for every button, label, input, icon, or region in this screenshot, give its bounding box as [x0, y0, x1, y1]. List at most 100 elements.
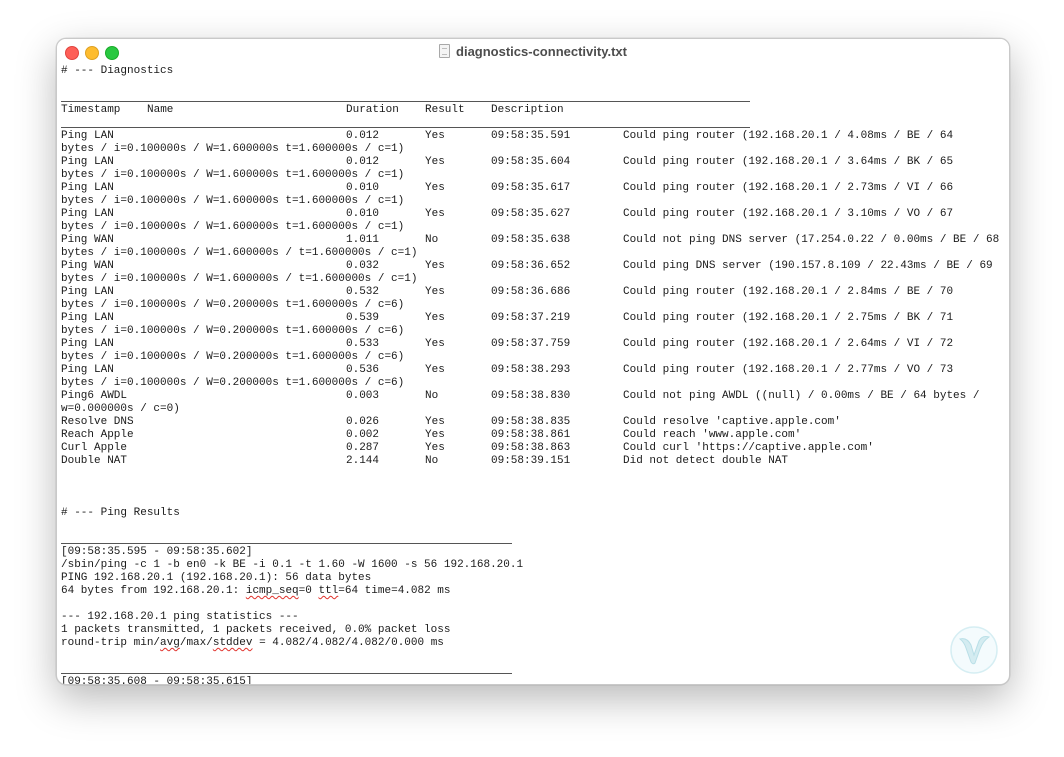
diag-duration: 0.532 [346, 286, 380, 298]
diag-description-continuation: bytes / i=0.100000s / W=0.200000s t=1.60… [61, 351, 405, 363]
col-header-result: Result [425, 104, 465, 116]
table-row: Resolve DNS 0.026 Yes 09:58:38.835 Could res… [61, 416, 1009, 429]
table-row: Ping LAN 0.539 Yes 09:58:37.219 Could ping r… [61, 312, 1009, 325]
diag-timestamp: 09:58:38.861 [491, 429, 571, 441]
diag-timestamp: 09:58:38.830 [491, 390, 571, 402]
diag-name: Ping WAN [61, 234, 114, 246]
diag-duration: 0.287 [346, 442, 380, 454]
diag-duration: 0.026 [346, 416, 380, 428]
diag-timestamp: 09:58:35.617 [491, 182, 571, 194]
diag-duration: 0.539 [346, 312, 380, 324]
ping-command: /sbin/ping -c 1 -b en0 -k BE -i 0.1 -t 1… [61, 559, 524, 571]
diag-result: Yes [425, 208, 445, 220]
diag-description: Could ping router (192.168.20.1 / 2.64ms… [623, 338, 954, 350]
misspelled-word: icmp_seq [245, 585, 299, 597]
diag-description-continuation: bytes / i=0.100000s / W=1.600000s / t=1.… [61, 273, 418, 285]
table-row: Curl Apple 0.287 Yes 09:58:38.863 Could curl… [61, 442, 1009, 455]
diag-description: Could ping router (192.168.20.1 / 3.64ms… [623, 156, 954, 168]
col-header-duration: Duration [346, 104, 399, 116]
table-row: Ping LAN 0.532 Yes 09:58:36.686 Could ping r… [61, 286, 1009, 299]
diag-description: Could ping DNS server (190.157.8.109 / 2… [623, 260, 993, 272]
diag-timestamp: 09:58:37.219 [491, 312, 571, 324]
misspelled-word: stddev [212, 637, 253, 649]
diag-name: Ping LAN [61, 156, 114, 168]
diag-name: Curl Apple [61, 442, 128, 454]
ping-header: PING 192.168.20.1 (192.168.20.1): 56 dat… [61, 572, 372, 584]
diagnostics-table-body: Ping LAN 0.012 Yes 09:58:35.591 Could ping r… [61, 130, 1009, 468]
diag-result: Yes [425, 260, 445, 272]
window-title-text: diagnostics-connectivity.txt [456, 44, 627, 59]
round-trip-text: round-trip min/ [61, 637, 161, 649]
ping-reply-text: =64 time=4.082 ms [338, 585, 451, 597]
table-row: Ping LAN 0.010 Yes 09:58:35.617 Could ping r… [61, 182, 1009, 195]
col-header-timestamp: Timestamp [61, 104, 121, 116]
diag-duration: 0.536 [346, 364, 380, 376]
diag-name: Ping WAN [61, 260, 114, 272]
diag-description: Could ping router (192.168.20.1 / 3.10ms… [623, 208, 954, 220]
col-header-description: Description [491, 104, 564, 116]
table-row: Ping WAN 1.011 No 09:58:35.638 Could not pin… [61, 234, 1009, 247]
diag-name: Reach Apple [61, 429, 134, 441]
diag-duration: 0.010 [346, 182, 380, 194]
ping-results-heading: # --- Ping Results [61, 507, 180, 519]
diag-name: Ping LAN [61, 338, 114, 350]
ping-reply-text: =0 [298, 585, 319, 597]
diag-timestamp: 09:58:35.591 [491, 130, 571, 142]
diag-description-continuation: bytes / i=0.100000s / W=1.600000s t=1.60… [61, 195, 405, 207]
table-row: Ping6 AWDL 0.003 No 09:58:38.830 Could not p… [61, 390, 1009, 403]
table-row: Ping LAN 0.012 Yes 09:58:35.604 Could ping r… [61, 156, 1009, 169]
diag-description: Could ping router (192.168.20.1 / 2.77ms… [623, 364, 954, 376]
diag-result: Yes [425, 286, 445, 298]
diag-name: Ping LAN [61, 286, 114, 298]
title-bar[interactable]: diagnostics-connectivity.txt [57, 39, 1009, 65]
table-row: Ping LAN 0.533 Yes 09:58:37.759 Could ping r… [61, 338, 1009, 351]
diag-duration: 1.011 [346, 234, 380, 246]
table-row: Reach Apple 0.002 Yes 09:58:38.861 Could rea… [61, 429, 1009, 442]
document-text-area[interactable]: # --- Diagnostics Timestamp Name Duratio… [61, 65, 1009, 684]
table-row: Ping LAN 0.010 Yes 09:58:35.627 Could ping r… [61, 208, 1009, 221]
diag-description: Did not detect double NAT [623, 455, 789, 467]
diag-description: Could resolve 'captive.apple.com' [623, 416, 841, 428]
diagnostics-heading: # --- Diagnostics [61, 65, 174, 77]
diag-timestamp: 09:58:38.835 [491, 416, 571, 428]
diag-timestamp: 09:58:35.627 [491, 208, 571, 220]
diag-duration: 0.012 [346, 130, 380, 142]
diag-duration: 2.144 [346, 455, 380, 467]
diag-result: Yes [425, 442, 445, 454]
table-row: Ping WAN 0.032 Yes 09:58:36.652 Could ping D… [61, 260, 1009, 273]
diag-name: Ping LAN [61, 208, 114, 220]
diag-timestamp: 09:58:35.604 [491, 156, 571, 168]
diag-description: Could reach 'www.apple.com' [623, 429, 802, 441]
diag-description: Could not ping DNS server (17.254.0.22 /… [623, 234, 1000, 246]
diag-result: No [425, 390, 439, 402]
diag-timestamp: 09:58:39.151 [491, 455, 571, 467]
diag-name: Double NAT [61, 455, 128, 467]
stylized-v-logo-icon [950, 626, 998, 674]
diag-description: Could ping router (192.168.20.1 / 2.73ms… [623, 182, 954, 194]
table-row: Ping LAN 0.536 Yes 09:58:38.293 Could ping r… [61, 364, 1009, 377]
diag-result: Yes [425, 312, 445, 324]
diag-duration: 0.010 [346, 208, 380, 220]
diag-name: Ping6 AWDL [61, 390, 128, 402]
divider-line [61, 91, 1009, 104]
round-trip-text: /max/ [179, 637, 213, 649]
text-editor-window: diagnostics-connectivity.txt # --- Diagn… [56, 38, 1010, 685]
diag-description-continuation: bytes / i=0.100000s / W=1.600000s t=1.60… [61, 221, 405, 233]
diag-name: Ping LAN [61, 182, 114, 194]
ping-stats-heading: --- 192.168.20.1 ping statistics --- [61, 611, 299, 623]
diag-name: Resolve DNS [61, 416, 134, 428]
diag-name: Ping LAN [61, 364, 114, 376]
col-header-name: Name [147, 104, 174, 116]
table-row: Ping LAN 0.012 Yes 09:58:35.591 Could ping r… [61, 130, 1009, 143]
ping-next-time-range: [09:58:35.608 - 09:58:35.615] [61, 676, 253, 684]
diag-description-continuation: bytes / i=0.100000s / W=0.200000s t=1.60… [61, 299, 405, 311]
diag-description-continuation: bytes / i=0.100000s / W=1.600000s t=1.60… [61, 143, 405, 155]
diag-description-continuation: bytes / i=0.100000s / W=1.600000s t=1.60… [61, 169, 405, 181]
misspelled-word: avg [160, 637, 180, 649]
diag-timestamp: 09:58:38.293 [491, 364, 571, 376]
